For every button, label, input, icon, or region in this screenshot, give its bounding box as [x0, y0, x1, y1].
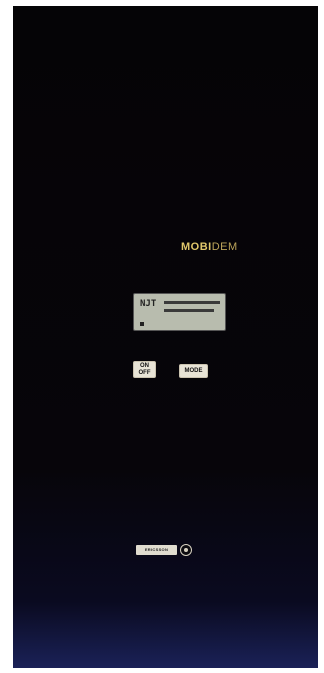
mode-label: MODE [184, 368, 203, 374]
lcd-display: NJT [133, 293, 226, 331]
manufacturer-logo-plate: ERICSSON [136, 545, 177, 555]
on-off-label-line2: OFF [138, 370, 151, 376]
device-photo: MOBIDEM NJT ON OFF MODE ERICSSON [13, 6, 318, 668]
display-text-line-2 [164, 309, 214, 312]
brand-logo: MOBIDEM [181, 241, 238, 253]
on-off-button[interactable]: ON OFF [133, 361, 156, 378]
brand-part1: MOBI [181, 241, 212, 253]
manufacturer-seal-icon [180, 544, 192, 556]
display-text-line-1 [164, 301, 220, 304]
brand-part2: DEM [211, 241, 238, 253]
mode-button[interactable]: MODE [179, 364, 208, 378]
manufacturer-logo-text: ERICSSON [144, 547, 169, 552]
display-cursor [140, 322, 144, 326]
on-off-label-line1: ON [140, 363, 149, 369]
display-lead-text: NJT [140, 299, 157, 309]
